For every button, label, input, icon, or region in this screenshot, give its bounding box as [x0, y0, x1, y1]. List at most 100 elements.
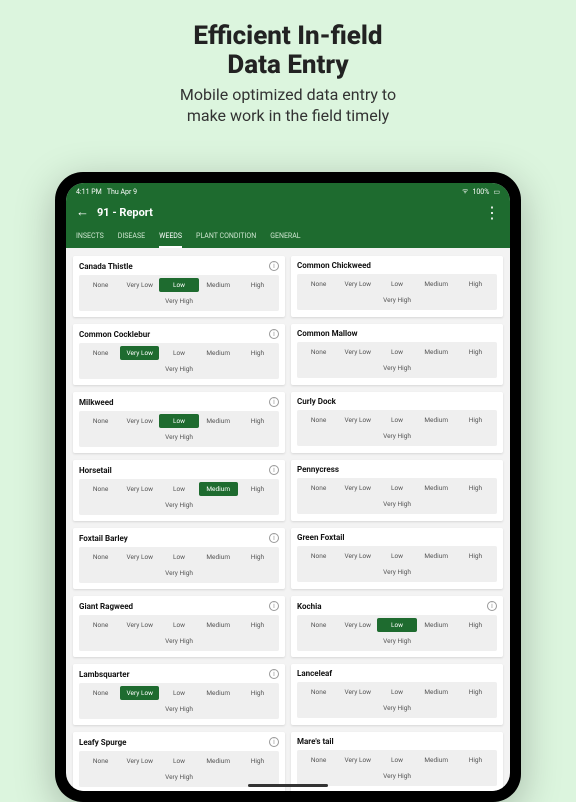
info-icon[interactable]: i	[269, 397, 279, 407]
level-option[interactable]: Low	[377, 413, 416, 427]
level-option[interactable]: None	[299, 618, 338, 632]
level-option[interactable]: None	[81, 618, 120, 632]
level-option[interactable]: High	[238, 550, 277, 564]
level-option[interactable]: Very High	[81, 294, 277, 308]
level-option[interactable]: Medium	[417, 618, 456, 632]
level-option[interactable]: Very Low	[120, 754, 159, 768]
level-option[interactable]: Medium	[417, 413, 456, 427]
level-option[interactable]: Medium	[199, 482, 238, 496]
tab-plant-condition[interactable]: PLANT CONDITION	[196, 232, 256, 248]
level-option[interactable]: Very High	[299, 701, 495, 715]
level-option[interactable]: Medium	[199, 278, 238, 292]
level-option[interactable]: High	[456, 277, 495, 291]
level-option[interactable]: Very High	[299, 769, 495, 783]
home-indicator[interactable]	[248, 784, 328, 787]
level-option[interactable]: Very High	[81, 566, 277, 580]
level-option[interactable]: Medium	[417, 753, 456, 767]
tab-general[interactable]: GENERAL	[270, 232, 300, 248]
back-arrow-icon[interactable]: ←	[76, 206, 89, 219]
level-option[interactable]: Very High	[299, 497, 495, 511]
level-option[interactable]: None	[81, 686, 120, 700]
level-option[interactable]: High	[238, 686, 277, 700]
level-option[interactable]: Very Low	[120, 482, 159, 496]
level-option[interactable]: Very Low	[338, 618, 377, 632]
level-option[interactable]: Low	[159, 754, 198, 768]
level-option[interactable]: Low	[159, 482, 198, 496]
level-option[interactable]: Very High	[299, 429, 495, 443]
info-icon[interactable]: i	[269, 533, 279, 543]
level-option[interactable]: High	[238, 414, 277, 428]
level-option[interactable]: Low	[159, 618, 198, 632]
level-option[interactable]: Medium	[199, 754, 238, 768]
level-option[interactable]: High	[456, 753, 495, 767]
level-option[interactable]: Very Low	[338, 345, 377, 359]
overflow-menu-icon[interactable]: ⋮	[484, 203, 500, 222]
level-option[interactable]: High	[456, 345, 495, 359]
level-option[interactable]: High	[238, 346, 277, 360]
level-option[interactable]: Medium	[417, 481, 456, 495]
level-option[interactable]: High	[238, 618, 277, 632]
info-icon[interactable]: i	[487, 601, 497, 611]
level-option[interactable]: None	[299, 345, 338, 359]
level-option[interactable]: High	[456, 685, 495, 699]
info-icon[interactable]: i	[269, 465, 279, 475]
level-option[interactable]: Medium	[199, 686, 238, 700]
info-icon[interactable]: i	[269, 329, 279, 339]
level-option[interactable]: Very Low	[120, 278, 159, 292]
level-option[interactable]: Medium	[199, 618, 238, 632]
level-option[interactable]: Low	[377, 685, 416, 699]
level-option[interactable]: Very High	[81, 634, 277, 648]
level-option[interactable]: None	[81, 482, 120, 496]
level-option[interactable]: Very Low	[338, 481, 377, 495]
tab-disease[interactable]: DISEASE	[118, 232, 145, 248]
level-option[interactable]: Medium	[199, 550, 238, 564]
level-option[interactable]: Very High	[81, 770, 277, 784]
level-option[interactable]: Very High	[299, 634, 495, 648]
level-option[interactable]: High	[456, 549, 495, 563]
level-option[interactable]: Low	[377, 345, 416, 359]
tab-insects[interactable]: INSECTS	[76, 232, 104, 248]
level-option[interactable]: Low	[377, 618, 416, 632]
level-option[interactable]: Very Low	[338, 685, 377, 699]
level-option[interactable]: Very High	[299, 293, 495, 307]
level-option[interactable]: Very Low	[120, 414, 159, 428]
level-option[interactable]: Low	[377, 753, 416, 767]
level-option[interactable]: Very Low	[120, 346, 159, 360]
level-option[interactable]: High	[238, 278, 277, 292]
level-option[interactable]: Very High	[81, 430, 277, 444]
level-option[interactable]: None	[81, 346, 120, 360]
level-option[interactable]: High	[238, 482, 277, 496]
level-option[interactable]: High	[238, 754, 277, 768]
level-option[interactable]: None	[299, 481, 338, 495]
level-option[interactable]: Low	[159, 550, 198, 564]
level-option[interactable]: Very High	[299, 361, 495, 375]
level-option[interactable]: Very High	[81, 702, 277, 716]
level-option[interactable]: None	[81, 550, 120, 564]
level-option[interactable]: Medium	[417, 549, 456, 563]
level-option[interactable]: Low	[159, 278, 198, 292]
info-icon[interactable]: i	[269, 261, 279, 271]
level-option[interactable]: None	[299, 753, 338, 767]
level-option[interactable]: Very Low	[338, 413, 377, 427]
level-option[interactable]: Very Low	[120, 618, 159, 632]
info-icon[interactable]: i	[269, 601, 279, 611]
info-icon[interactable]: i	[269, 737, 279, 747]
level-option[interactable]: None	[81, 754, 120, 768]
level-option[interactable]: Low	[159, 686, 198, 700]
level-option[interactable]: Medium	[199, 346, 238, 360]
level-option[interactable]: Very Low	[338, 277, 377, 291]
info-icon[interactable]: i	[269, 669, 279, 679]
level-option[interactable]: Low	[159, 346, 198, 360]
level-option[interactable]: High	[456, 618, 495, 632]
level-option[interactable]: None	[81, 278, 120, 292]
level-option[interactable]: Very Low	[338, 753, 377, 767]
level-option[interactable]: Very High	[299, 565, 495, 579]
tab-weeds[interactable]: WEEDS	[159, 232, 182, 248]
level-option[interactable]: Low	[159, 414, 198, 428]
level-option[interactable]: Medium	[417, 345, 456, 359]
level-option[interactable]: Medium	[417, 277, 456, 291]
level-option[interactable]: Very High	[81, 498, 277, 512]
level-option[interactable]: None	[299, 277, 338, 291]
level-option[interactable]: Low	[377, 277, 416, 291]
level-option[interactable]: Medium	[199, 414, 238, 428]
